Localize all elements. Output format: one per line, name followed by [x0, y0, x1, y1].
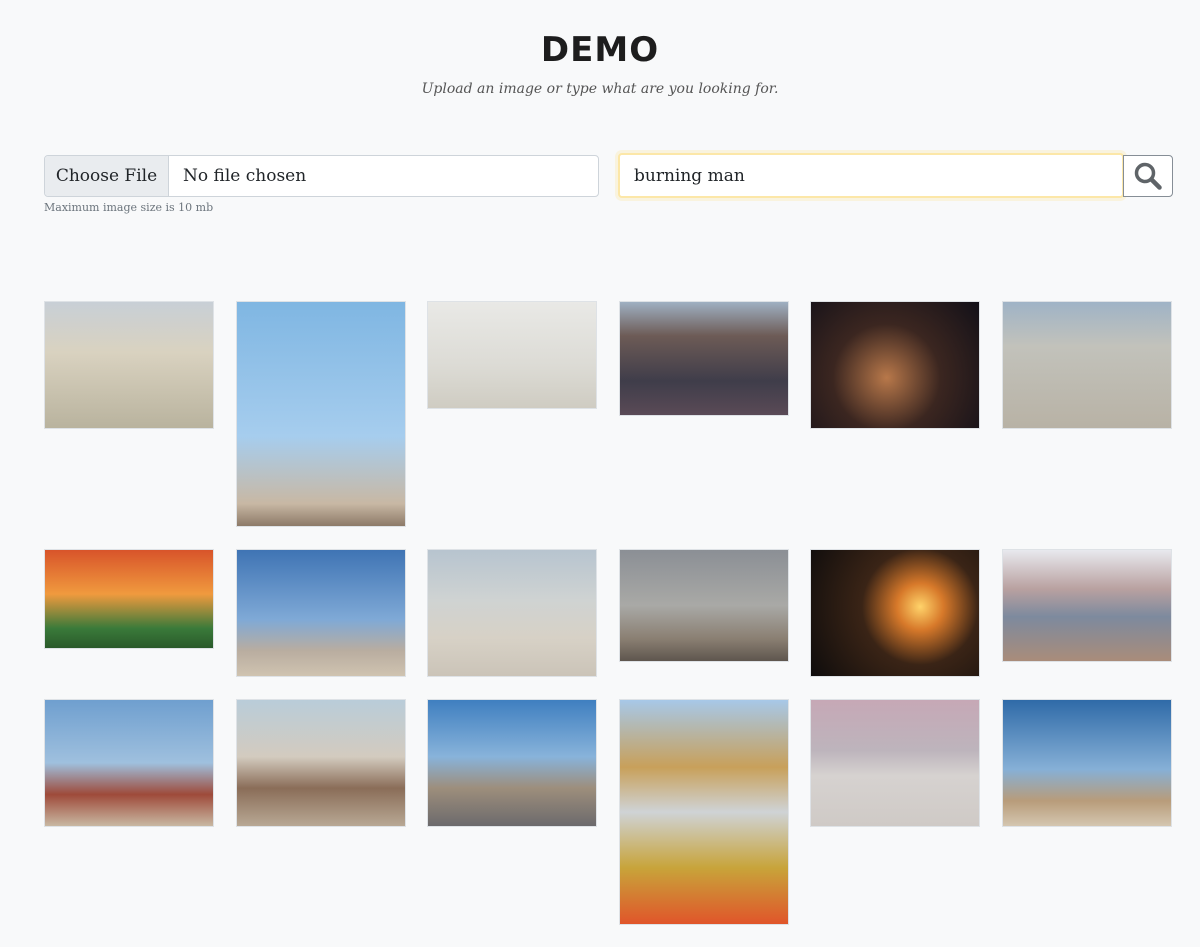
result-image-14[interactable]	[236, 699, 406, 827]
result-image-1[interactable]	[44, 301, 214, 429]
result-image-13[interactable]	[44, 699, 214, 827]
file-status: No file chosen	[183, 166, 307, 186]
result-image-16[interactable]	[619, 699, 789, 925]
result-image-9[interactable]	[427, 549, 597, 677]
result-image-3[interactable]	[427, 301, 597, 409]
choose-file-button[interactable]: Choose File	[45, 156, 169, 196]
result-image-7[interactable]	[44, 549, 214, 649]
result-image-18[interactable]	[1002, 699, 1172, 827]
page-title: DEMO	[540, 30, 660, 70]
result-image-17[interactable]	[810, 699, 980, 827]
result-image-15[interactable]	[427, 699, 597, 827]
result-image-12[interactable]	[1002, 549, 1172, 662]
file-upload-field[interactable]: Choose File No file chosen	[44, 155, 599, 197]
result-image-4[interactable]	[619, 301, 789, 416]
result-image-8[interactable]	[236, 549, 406, 677]
search-input[interactable]	[618, 153, 1124, 198]
result-image-10[interactable]	[619, 549, 789, 662]
result-image-11[interactable]	[810, 549, 980, 677]
result-image-2[interactable]	[236, 301, 406, 527]
result-image-5[interactable]	[810, 301, 980, 429]
page-subtitle: Upload an image or type what are you loo…	[421, 81, 779, 97]
result-image-6[interactable]	[1002, 301, 1172, 429]
upload-hint: Maximum image size is 10 mb	[44, 201, 214, 214]
search-button[interactable]	[1123, 155, 1173, 197]
search-icon	[1134, 162, 1162, 190]
